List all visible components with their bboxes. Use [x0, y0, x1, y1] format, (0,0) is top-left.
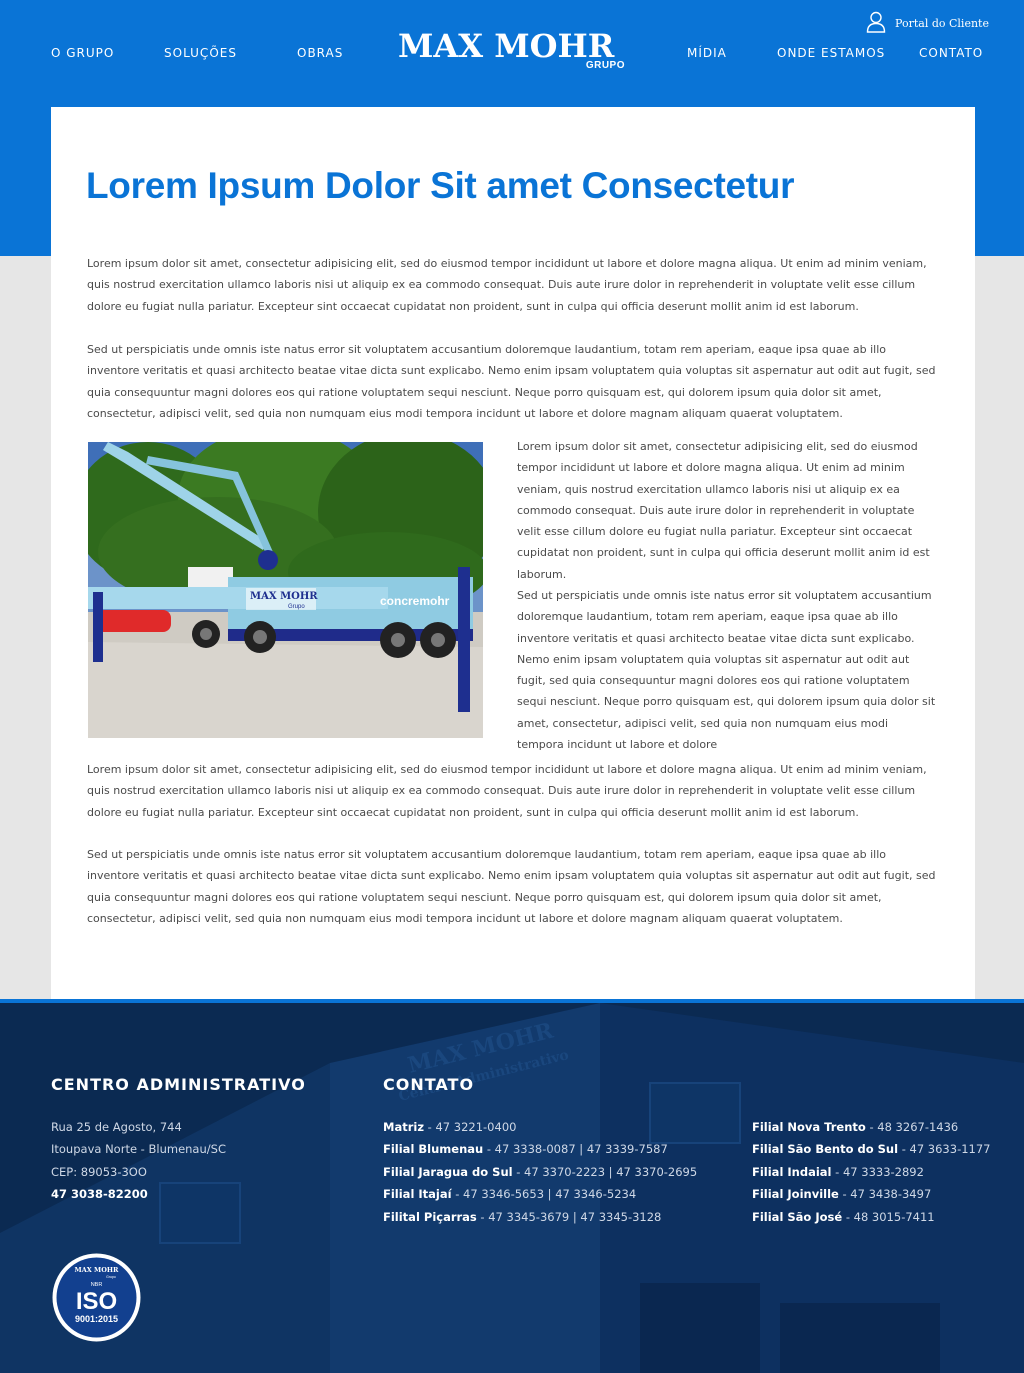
main-navigation: O GRUPO SOLUÇÕES OBRAS MAX MOHR GRUPO MÍ…: [0, 0, 1024, 100]
address-line-1: Rua 25 de Agosto, 744: [51, 1120, 182, 1134]
iso-text: ISO: [76, 1288, 117, 1315]
truck-logo-subtext: Grupo: [288, 604, 305, 610]
contact-phone[interactable]: - 47 3333-2892: [832, 1165, 924, 1179]
nav-o-grupo[interactable]: O GRUPO: [51, 46, 114, 60]
nav-solucoes[interactable]: SOLUÇÕES: [164, 46, 237, 60]
contact-phone[interactable]: - 48 3015-7411: [842, 1210, 935, 1224]
max-mohr-logo[interactable]: MAX MOHR GRUPO: [398, 28, 628, 74]
concrete-pump-truck-photo: MAX MOHR Grupo concremohr: [88, 442, 483, 738]
iso-brand-subtext: Grupo: [106, 1275, 116, 1279]
nav-obras[interactable]: OBRAS: [297, 46, 343, 60]
contact-name: Filial Jaragua do Sul: [383, 1165, 513, 1179]
contact-phone[interactable]: - 47 3633-1177: [898, 1142, 991, 1156]
contact-item: Filial São José - 48 3015-7411: [752, 1210, 935, 1224]
admin-heading: CENTRO ADMINISTRATIVO: [51, 1075, 306, 1094]
contact-item: Filial Indaial - 47 3333-2892: [752, 1165, 924, 1179]
contact-heading: CONTATO: [383, 1075, 475, 1094]
logo-subtext: GRUPO: [585, 60, 625, 71]
contact-item: Matriz - 47 3221-0400: [383, 1120, 516, 1134]
contact-phone[interactable]: - 47 3346-5653 | 47 3346-5234: [452, 1187, 636, 1201]
nav-onde-estamos[interactable]: ONDE ESTAMOS: [777, 46, 885, 60]
address-line-2: Itoupava Norte - Blumenau/SC: [51, 1142, 226, 1156]
iso-number: 9001:2015: [75, 1314, 118, 1324]
contact-phone[interactable]: - 47 3438-3497: [839, 1187, 931, 1201]
contact-name: Filial Indaial: [752, 1165, 832, 1179]
contact-item: Filial Itajaí - 47 3346-5653 | 47 3346-5…: [383, 1187, 636, 1201]
portal-do-cliente-link[interactable]: Portal do Cliente: [866, 11, 989, 36]
contact-name: Filital Piçarras: [383, 1210, 477, 1224]
contact-name: Filial Blumenau: [383, 1142, 484, 1156]
article-paragraph-3: Lorem ipsum dolor sit amet, consectetur …: [87, 763, 927, 819]
admin-phone[interactable]: 47 3038-82200: [51, 1187, 148, 1201]
contact-name: Filial São Bento do Sul: [752, 1142, 899, 1156]
truck-brand-text: concremohr: [380, 594, 450, 608]
contact-phone[interactable]: - 48 3267-1436: [866, 1120, 958, 1134]
contact-item: Filial Blumenau - 47 3338-0087 | 47 3339…: [383, 1142, 668, 1156]
contact-name: Filial Itajaí: [383, 1187, 452, 1201]
iso-9001-seal: MAX MOHR Grupo NBR ISO 9001:2015: [51, 1252, 142, 1343]
article-title: Lorem Ipsum Dolor Sit amet Consectetur: [86, 165, 795, 206]
nav-midia[interactable]: MÍDIA: [687, 46, 727, 60]
contact-item: Filial Jaragua do Sul - 47 3370-2223 | 4…: [383, 1165, 697, 1179]
side-text-paragraph-1: Lorem ipsum dolor sit amet, consectetur …: [517, 440, 930, 581]
side-text-paragraph-2: Sed ut perspiciatis unde omnis iste natu…: [517, 589, 936, 752]
contact-item: Filial Nova Trento - 48 3267-1436: [752, 1120, 958, 1134]
contact-phone[interactable]: - 47 3338-0087 | 47 3339-7587: [483, 1142, 668, 1156]
contact-item: Filial São Bento do Sul - 47 3633-1177: [752, 1142, 990, 1156]
address-cep: CEP: 89053-3OO: [51, 1165, 147, 1179]
contact-phone[interactable]: - 47 3370-2223 | 47 3370-2695: [513, 1165, 697, 1179]
footer: MAX MOHR Centro Administrativo CENTRO AD…: [0, 999, 1024, 1373]
contact-phone[interactable]: - 47 3345-3679 | 47 3345-3128: [477, 1210, 661, 1224]
logo-text: MAX MOHR: [398, 27, 615, 65]
contact-phone[interactable]: - 47 3221-0400: [424, 1120, 517, 1134]
article-paragraph-1: Lorem ipsum dolor sit amet, consectetur …: [87, 257, 927, 313]
article-paragraph-4: Sed ut perspiciatis unde omnis iste natu…: [87, 848, 936, 925]
article-card: Lorem Ipsum Dolor Sit amet Consectetur L…: [51, 107, 975, 999]
user-icon: [866, 11, 886, 36]
nav-contato[interactable]: CONTATO: [919, 46, 983, 60]
truck-logo-text: MAX MOHR: [250, 591, 318, 602]
iso-brand-text: MAX MOHR: [75, 1266, 120, 1274]
portal-label: Portal do Cliente: [895, 17, 989, 30]
contact-name: Filial Joinville: [752, 1187, 839, 1201]
contact-item: Filial Joinville - 47 3438-3497: [752, 1187, 931, 1201]
contact-item: Filital Piçarras - 47 3345-3679 | 47 334…: [383, 1210, 661, 1224]
contact-name: Filial Nova Trento: [752, 1120, 866, 1134]
contact-name: Filial São José: [752, 1210, 843, 1224]
contact-name: Matriz: [383, 1120, 425, 1134]
article-paragraph-2: Sed ut perspiciatis unde omnis iste natu…: [87, 343, 936, 420]
